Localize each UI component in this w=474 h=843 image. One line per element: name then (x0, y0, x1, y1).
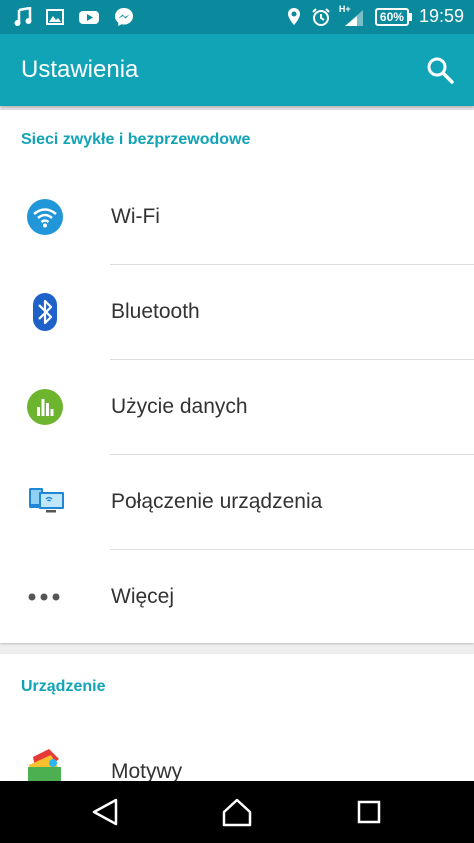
section-title: Sieci zwykłe i bezprzewodowe (21, 131, 251, 148)
settings-item-data-usage[interactable]: Użycie danych (0, 360, 474, 455)
app-bar: Ustawienia (0, 34, 474, 106)
more-icon (28, 593, 60, 601)
search-icon[interactable] (424, 54, 456, 86)
recents-icon[interactable] (352, 797, 386, 827)
settings-item-label: Połączenie urządzenia (111, 490, 323, 513)
battery-indicator: 60% (374, 7, 412, 26)
settings-item-device-connection[interactable]: Połączenie urządzenia (0, 455, 474, 550)
messenger-icon (115, 8, 133, 26)
back-icon[interactable] (88, 797, 122, 827)
wifi-icon (27, 199, 63, 235)
music-icon (14, 7, 32, 26)
section-wireless-networks: Sieci zwykłe i bezprzewodowe Wi-Fi Bluet… (0, 110, 474, 643)
settings-item-label: Bluetooth (111, 300, 200, 323)
device-connection-icon (29, 488, 64, 513)
settings-item-more[interactable]: Więcej (0, 550, 474, 645)
bluetooth-icon (33, 293, 57, 331)
location-icon (287, 7, 300, 25)
signal-icon (344, 9, 363, 26)
settings-item-label: Wi-Fi (111, 205, 160, 228)
signal-indicator: H+ (339, 4, 365, 27)
page-title: Ustawienia (21, 56, 139, 83)
notification-icons (14, 7, 134, 27)
section-title: Urządzenie (21, 678, 106, 695)
settings-item-bluetooth[interactable]: Bluetooth (0, 265, 474, 360)
section-device: Urządzenie Motywy (0, 654, 474, 787)
image-icon (46, 9, 64, 25)
settings-item-label: Użycie danych (111, 395, 248, 418)
settings-item-wifi[interactable]: Wi-Fi (0, 170, 474, 265)
settings-item-label: Więcej (111, 585, 175, 608)
navigation-bar (0, 781, 474, 843)
clock: 19:59 (418, 6, 464, 26)
alarm-icon (312, 7, 330, 26)
youtube-icon (79, 11, 99, 24)
status-bar: H+ 60% 19:59 (0, 0, 474, 34)
home-icon[interactable] (220, 797, 254, 827)
data-usage-icon (27, 389, 63, 425)
system-icons: H+ 60% 19:59 (287, 4, 464, 27)
